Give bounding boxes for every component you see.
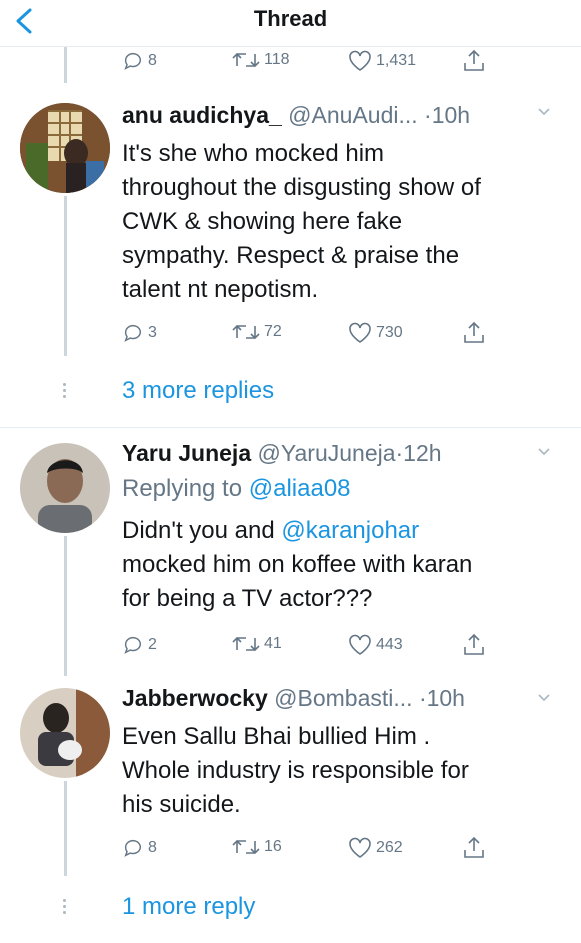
thread-connector [64, 47, 67, 83]
tweet-line: his suicide. [122, 791, 241, 818]
display-name[interactable]: Jabberwocky [122, 685, 268, 711]
retweet-button[interactable]: 41 [232, 634, 282, 654]
more-dots-icon [63, 899, 67, 917]
thread-connector [64, 536, 67, 676]
like-button[interactable]: 262 [348, 837, 403, 859]
avatar[interactable] [20, 443, 110, 533]
tweet-header: Jabberwocky @Bombasti... ·10h [122, 685, 465, 712]
like-button[interactable]: 730 [348, 322, 403, 344]
tweet-line: talent nt nepotism. [122, 276, 319, 303]
retweet-button[interactable]: 16 [232, 837, 282, 857]
share-icon [464, 49, 484, 71]
retweet-button[interactable]: 118 [232, 50, 290, 70]
reply-icon [124, 52, 141, 70]
tweet-text: Even Sallu Bhai bullied Him . Whole indu… [122, 720, 469, 822]
tweet-text: Didn't you and @karanjohar mocked him on… [122, 514, 472, 616]
reply-icon [124, 839, 141, 857]
retweet-icon [232, 636, 260, 652]
tweet-line: sympathy. Respect & praise the [122, 242, 460, 269]
username[interactable]: @Bombasti... [274, 685, 412, 711]
mention-link[interactable]: @aliaa08 [249, 475, 351, 502]
username[interactable]: @YaruJuneja [258, 440, 396, 466]
reply-button[interactable]: 2 [122, 634, 157, 656]
tweet-text: It's she who mocked him throughout the d… [122, 137, 481, 307]
mention-link[interactable]: @karanjohar [281, 517, 419, 544]
chevron-down-icon[interactable] [536, 690, 552, 711]
like-count: 443 [376, 636, 403, 653]
like-button[interactable]: 443 [348, 634, 403, 656]
share-button[interactable] [462, 835, 486, 866]
tweet-line: Didn't you and @karanjohar [122, 514, 472, 548]
reply-icon [124, 636, 141, 654]
share-button[interactable] [462, 632, 486, 663]
share-button[interactable] [462, 48, 486, 79]
heart-icon [349, 50, 371, 71]
reply-count: 3 [148, 324, 157, 341]
display-name[interactable]: anu audichya_ [122, 102, 282, 128]
reply-count: 2 [148, 636, 157, 653]
retweet-icon [232, 839, 260, 855]
reply-button[interactable]: 3 [122, 322, 157, 344]
divider [0, 427, 581, 428]
page-title: Thread [253, 6, 328, 31]
tweet-line: Whole industry is responsible for [122, 757, 469, 784]
avatar[interactable] [20, 688, 110, 778]
like-count: 730 [376, 324, 403, 341]
tweet-line: CWK & showing here fake [122, 208, 403, 235]
share-icon [464, 633, 484, 655]
timestamp: ·10h [424, 102, 471, 128]
replying-to-label: Replying to [122, 475, 249, 502]
more-dots-icon [63, 383, 67, 401]
show-more-replies-link[interactable]: 1 more reply [122, 893, 255, 921]
username[interactable]: @AnuAudi... [288, 102, 417, 128]
reply-button[interactable]: 8 [122, 837, 157, 859]
display-name[interactable]: Yaru Juneja [122, 440, 251, 466]
heart-icon [349, 634, 371, 655]
tweet-line: for being a TV actor??? [122, 585, 373, 612]
replying-to: Replying to @aliaa08 [122, 475, 351, 503]
tweet-text-part: Didn't you and [122, 517, 282, 544]
heart-icon [349, 322, 371, 343]
tweet-line: throughout the disgusting show of [122, 174, 481, 201]
show-more-replies-link[interactable]: 3 more replies [122, 377, 274, 405]
chevron-down-icon[interactable] [536, 104, 552, 125]
reply-count: 8 [148, 839, 157, 856]
thread-connector [64, 196, 67, 356]
retweet-count: 118 [264, 51, 290, 68]
like-button[interactable]: 1,431 [348, 50, 416, 72]
tweet-line: mocked him on koffee with karan [122, 551, 473, 578]
reply-icon [124, 324, 141, 342]
tweet-header: anu audichya_ @AnuAudi... ·10h [122, 102, 470, 129]
retweet-icon [232, 324, 260, 340]
like-count: 262 [376, 839, 403, 856]
timestamp: ·10h [418, 685, 465, 711]
timestamp: ·12h [395, 440, 442, 466]
tweet-line: Even Sallu Bhai bullied Him . [122, 723, 431, 750]
retweet-icon [232, 52, 260, 68]
share-icon [464, 836, 484, 858]
retweet-count: 72 [264, 323, 282, 340]
retweet-count: 16 [264, 838, 282, 855]
retweet-button[interactable]: 72 [232, 322, 282, 342]
share-icon [464, 321, 484, 343]
tweet-line: It's she who mocked him [122, 140, 385, 167]
heart-icon [349, 837, 371, 858]
avatar[interactable] [20, 103, 110, 193]
retweet-count: 41 [264, 635, 282, 652]
reply-button[interactable]: 8 [122, 50, 157, 72]
top-bar: Thread [0, 0, 581, 47]
thread-connector [64, 781, 67, 876]
reply-count: 8 [148, 52, 157, 69]
chevron-down-icon[interactable] [536, 444, 552, 465]
like-count: 1,431 [376, 52, 417, 69]
tweet-header: Yaru Juneja @YaruJuneja·12h [122, 440, 442, 467]
share-button[interactable] [462, 320, 486, 351]
